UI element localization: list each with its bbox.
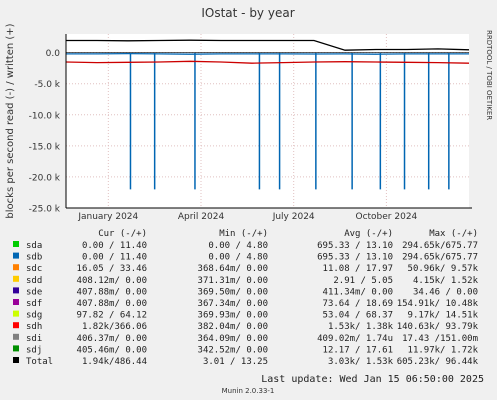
legend-max-value: 154.91k/ 10.48k bbox=[397, 299, 479, 309]
legend-max-value: 140.63k/ 93.79k bbox=[397, 322, 479, 332]
legend-cur-value: 406.37m/ 0.00 bbox=[77, 334, 147, 344]
legend-header: Min (-/+) bbox=[219, 229, 268, 239]
legend-max-value: 294.65k/675.77 bbox=[402, 241, 478, 251]
legend-cur-value: 1.82k/366.06 bbox=[82, 322, 147, 332]
legend-max-value: 9.17k/ 14.51k bbox=[408, 311, 479, 321]
x-tick-label: October 2024 bbox=[355, 212, 417, 222]
legend-header: Avg (-/+) bbox=[344, 229, 393, 239]
y-tick-label: -5.0 k bbox=[34, 80, 60, 90]
chart-title: IOstat - by year bbox=[201, 6, 294, 20]
x-tick-label: April 2024 bbox=[178, 212, 225, 222]
iostat-chart: IOstat - by year RRDTOOL / TOBI OETIKER … bbox=[5, 6, 493, 395]
legend-avg-value: 411.34m/ 0.00 bbox=[323, 287, 393, 297]
legend-min-value: 367.34m/ 0.00 bbox=[198, 299, 268, 309]
legend-min-value: 3.01 / 13.25 bbox=[203, 357, 268, 367]
legend-name: sdd bbox=[26, 276, 42, 286]
legend-name: sdg bbox=[26, 311, 42, 321]
legend-swatch bbox=[13, 252, 19, 259]
y-ticks: 0.0 -5.0 k -10.0 k -15.0 k -20.0 k -25.0 k bbox=[29, 49, 61, 214]
y-tick-label: -15.0 k bbox=[29, 142, 61, 152]
legend-avg-value: 12.17 / 17.61 bbox=[323, 345, 393, 355]
legend-swatch bbox=[13, 310, 19, 317]
legend-cur-value: 1.94k/486.44 bbox=[82, 357, 147, 367]
legend-swatch bbox=[13, 299, 19, 305]
sdb-series-line bbox=[66, 52, 469, 55]
y-axis-label: blocks per second read (-) / written (+) bbox=[5, 23, 16, 218]
legend-min-value: 371.31m/ 0.00 bbox=[198, 276, 268, 286]
legend-name: sda bbox=[26, 241, 42, 251]
legend-name: sdi bbox=[26, 334, 42, 344]
y-tick-label: -25.0 k bbox=[29, 205, 61, 215]
legend-max-value: 294.65k/675.77 bbox=[402, 253, 478, 263]
plot-area bbox=[66, 34, 469, 208]
legend-swatch bbox=[13, 275, 19, 282]
legend-swatch bbox=[13, 322, 19, 329]
legend-min-value: 382.04m/ 0.00 bbox=[198, 322, 268, 332]
legend-max-value: 34.46 / 0.00 bbox=[413, 287, 478, 297]
y-tick-label: -20.0 k bbox=[29, 173, 61, 183]
legend-swatch bbox=[13, 264, 19, 271]
rrdtool-credit: RRDTOOL / TOBI OETIKER bbox=[485, 30, 493, 120]
legend-min-value: 369.93m/ 0.00 bbox=[198, 311, 268, 321]
legend-avg-value: 3.03k/ 1.53k bbox=[328, 357, 394, 367]
legend-avg-value: 73.64 / 18.69 bbox=[323, 299, 393, 309]
legend-swatch bbox=[13, 357, 19, 363]
legend-header: Max (-/+) bbox=[429, 229, 478, 239]
legend-avg-value: 1.53k/ 1.38k bbox=[328, 322, 394, 332]
legend-header: Cur (-/+) bbox=[98, 229, 147, 239]
legend-avg-value: 2.91 / 5.05 bbox=[333, 276, 393, 286]
y-tick-label: 0.0 bbox=[46, 49, 61, 59]
legend-max-value: 605.23k/ 96.44k bbox=[397, 357, 479, 367]
legend-avg-value: 695.33 / 13.10 bbox=[317, 253, 393, 263]
x-tick-label: July 2024 bbox=[272, 212, 315, 222]
legend-name: sde bbox=[26, 287, 42, 297]
legend-max-value: 17.43 /151.00m bbox=[402, 334, 478, 344]
legend-name: sdc bbox=[26, 264, 42, 274]
legend-cur-value: 408.12m/ 0.00 bbox=[77, 276, 147, 286]
legend-avg-value: 409.02m/ 1.74u bbox=[317, 334, 393, 344]
last-update: Last update: Wed Jan 15 06:50:00 2025 bbox=[261, 374, 484, 385]
legend-max-value: 4.15k/ 1.52k bbox=[413, 276, 479, 286]
legend-swatch bbox=[13, 287, 19, 294]
legend-swatch bbox=[13, 333, 19, 340]
legend-avg-value: 11.08 / 17.97 bbox=[323, 264, 393, 274]
legend-name: sdj bbox=[26, 345, 42, 355]
legend-cur-value: 0.00 / 11.40 bbox=[82, 241, 147, 251]
legend-cur-value: 407.88m/ 0.00 bbox=[77, 299, 147, 309]
legend-min-value: 368.64m/ 0.00 bbox=[198, 264, 268, 274]
legend-cur-value: 0.00 / 11.40 bbox=[82, 253, 147, 263]
legend-min-value: 0.00 / 4.80 bbox=[208, 241, 268, 251]
legend-avg-value: 695.33 / 13.10 bbox=[317, 241, 393, 251]
legend-cur-value: 407.88m/ 0.00 bbox=[77, 287, 147, 297]
legend-min-value: 364.09m/ 0.00 bbox=[198, 334, 268, 344]
legend-name: sdb bbox=[26, 253, 42, 263]
legend-name: sdh bbox=[26, 322, 42, 332]
legend-cur-value: 97.82 / 64.12 bbox=[77, 311, 147, 321]
x-ticks: January 2024 April 2024 July 2024 October 2… bbox=[77, 212, 417, 222]
legend-name: sdf bbox=[26, 299, 42, 309]
legend-swatch bbox=[13, 241, 19, 247]
legend-min-value: 342.52m/ 0.00 bbox=[198, 345, 268, 355]
legend-swatch bbox=[13, 345, 19, 352]
legend-max-value: 11.97k/ 1.72k bbox=[408, 345, 479, 355]
legend-cur-value: 405.46m/ 0.00 bbox=[77, 345, 147, 355]
legend-min-value: 369.50m/ 0.00 bbox=[198, 287, 268, 297]
y-tick-label: -10.0 k bbox=[29, 111, 61, 121]
legend-table: Cur (-/+) Min (-/+) Avg (-/+) Max (-/+) sda 0… bbox=[13, 229, 479, 367]
legend-avg-value: 53.04 / 68.37 bbox=[323, 311, 393, 321]
x-tick-label: January 2024 bbox=[77, 212, 138, 222]
munin-version: Munin 2.0.33-1 bbox=[222, 387, 275, 395]
legend-min-value: 0.00 / 4.80 bbox=[208, 253, 268, 263]
legend-max-value: 50.96k/ 9.57k bbox=[408, 264, 479, 274]
legend-name: Total bbox=[26, 357, 53, 367]
legend-cur-value: 16.05 / 33.46 bbox=[77, 264, 147, 274]
